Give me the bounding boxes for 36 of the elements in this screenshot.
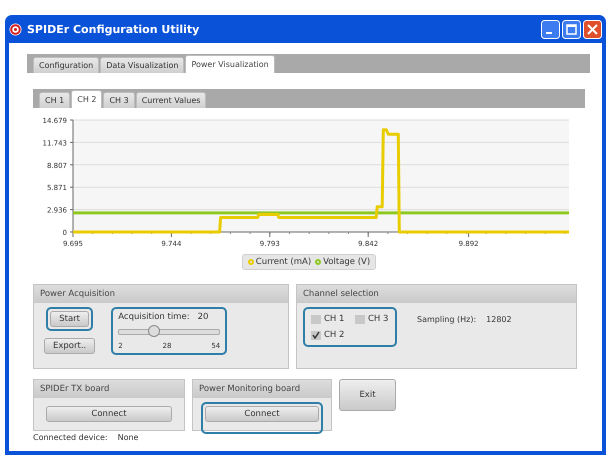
slider-thumb[interactable] [148, 325, 160, 337]
close-button[interactable] [583, 20, 602, 38]
button[interactable]: Export.. [44, 338, 96, 354]
tab[interactable]: Data Visualization [100, 57, 184, 73]
panel-title: SPIDEr TX board [34, 380, 184, 398]
checkbox[interactable] [355, 314, 365, 324]
checkbox-label: CH 2 [324, 330, 344, 340]
tab[interactable]: CH 2 [71, 90, 102, 108]
checkbox-label: CH 1 [324, 314, 344, 324]
field-value: 20 [198, 312, 208, 322]
legend-label: Voltage (V) [323, 257, 370, 267]
checkbox[interactable] [311, 330, 321, 340]
status-label: Connected device: [33, 433, 108, 442]
maximize-button[interactable] [562, 20, 581, 38]
tab[interactable]: Configuration [33, 57, 100, 73]
connect-button[interactable]: Connect [205, 406, 319, 422]
panel-title: Power Acquisition [34, 285, 288, 303]
field-value: 12802 [486, 315, 512, 324]
checkbox[interactable] [311, 314, 321, 324]
status-value: None [118, 433, 138, 442]
field-label: Sampling (Hz): [417, 315, 476, 324]
checkbox-label: CH 3 [368, 314, 388, 324]
app-logo-icon [9, 22, 22, 36]
tab[interactable]: Current Values [136, 92, 206, 108]
connect-button[interactable]: Connect [46, 406, 172, 422]
panel-title: Power Monitoring board [193, 380, 331, 398]
tab[interactable]: Power Visualization [185, 55, 275, 73]
button[interactable]: Start [50, 311, 89, 327]
window-title: SPIDEr Configuration Utility [27, 22, 200, 36]
legend-label: Current (mA) [256, 257, 312, 267]
exit-button[interactable]: Exit [339, 379, 396, 411]
panel-title: Channel selection [297, 285, 576, 303]
tab[interactable]: CH 1 [39, 92, 70, 108]
minimize-button[interactable] [541, 20, 560, 38]
tab[interactable]: CH 3 [103, 92, 135, 108]
field-label: Acquisition time: [118, 312, 190, 322]
